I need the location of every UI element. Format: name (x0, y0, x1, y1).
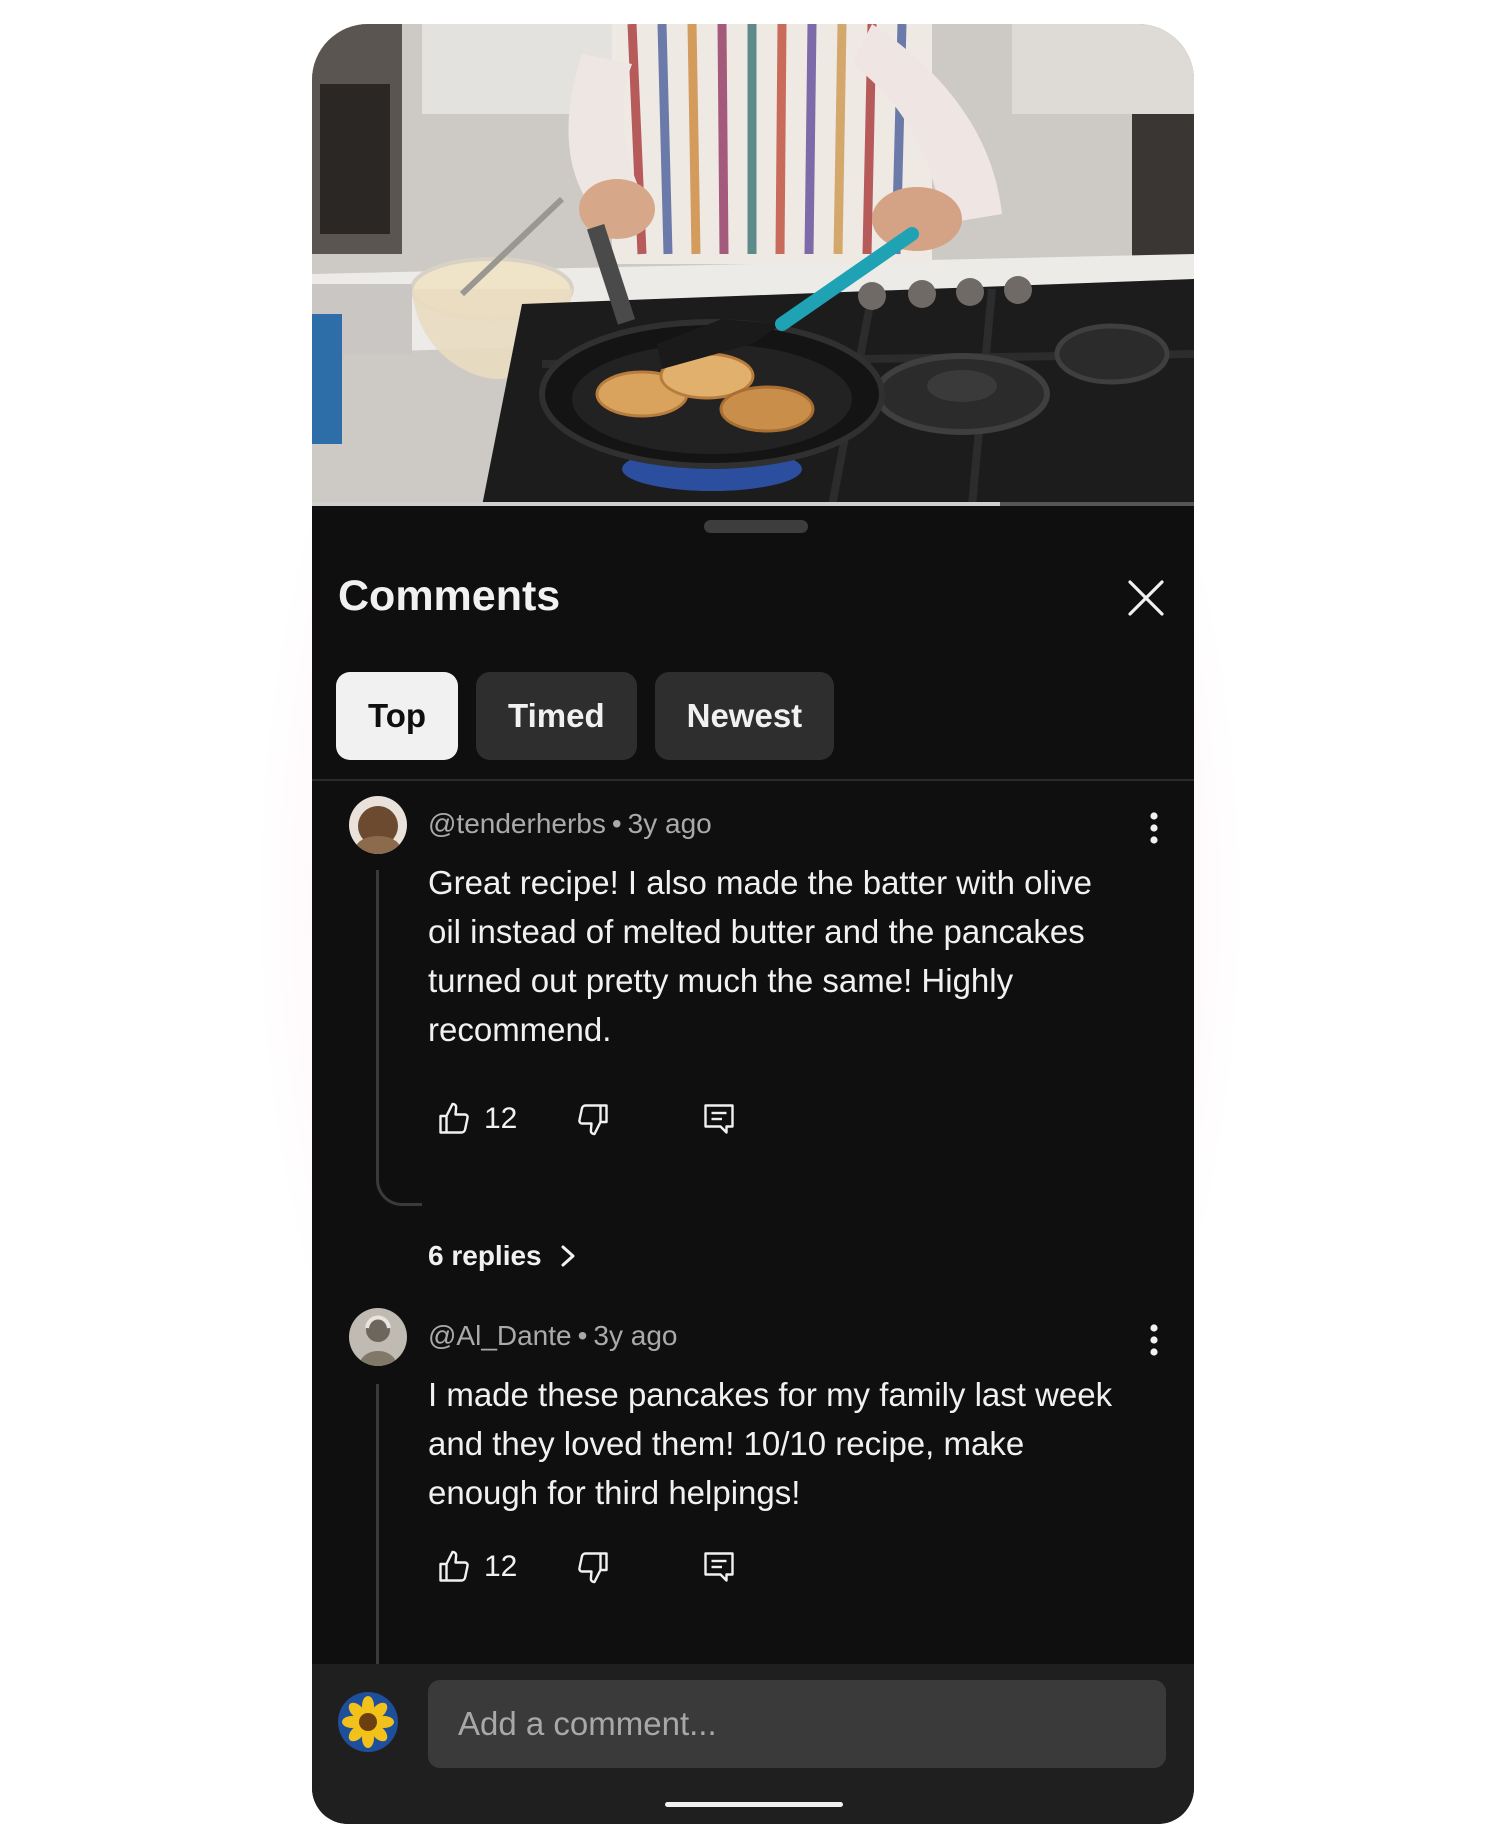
reply-comment-icon (704, 1552, 735, 1582)
avatar[interactable] (349, 796, 407, 854)
thread-line (376, 1384, 379, 1664)
video-progress-bar[interactable] (312, 502, 1194, 506)
video-frame-image (312, 24, 1194, 506)
thread-line (376, 870, 379, 1160)
close-button[interactable] (1118, 570, 1174, 626)
comment-composer (312, 1664, 1194, 1824)
close-icon (1128, 580, 1164, 616)
comment-meta: @Al_Dante • 3y ago (428, 1320, 678, 1351)
dislike-button[interactable] (575, 1549, 611, 1585)
add-comment-input[interactable] (428, 1680, 1166, 1768)
like-button[interactable]: 12 (436, 1101, 517, 1137)
tab-timed[interactable]: Timed (476, 672, 637, 760)
tab-newest[interactable]: Newest (654, 672, 835, 760)
video-player[interactable] (312, 24, 1194, 506)
like-count: 12 (484, 1102, 518, 1135)
comment-options-button[interactable] (1134, 1320, 1174, 1360)
thread-line-curve (376, 1160, 422, 1206)
comment-options-button[interactable] (1134, 808, 1174, 848)
sheet-drag-handle[interactable] (704, 520, 808, 533)
like-button[interactable]: 12 (436, 1549, 517, 1585)
replies-label: 6 replies (428, 1240, 542, 1271)
phone-frame: Comments Top Timed Newest @tenderherbs • 3… (312, 24, 1194, 1824)
sunflower-avatar-image (338, 1692, 398, 1752)
avatar[interactable] (349, 1308, 407, 1366)
dislike-button[interactable] (575, 1101, 611, 1137)
video-progress-fill (312, 502, 1000, 506)
more-vertical-icon (1150, 812, 1158, 844)
comment-age: 3y ago (627, 808, 712, 839)
comment-actions: 12 (428, 1094, 737, 1144)
comment-text: Great recipe! I also made the batter wit… (428, 864, 1092, 1048)
divider (312, 779, 1194, 781)
view-replies-button[interactable]: 6 replies (428, 1240, 580, 1272)
thumbs-down-icon (578, 1104, 609, 1136)
thumbs-up-icon (439, 1102, 469, 1134)
avatar-image (349, 1308, 407, 1366)
chevron-right-icon (561, 1245, 575, 1267)
comment-author[interactable]: @Al_Dante (428, 1320, 572, 1351)
comment-author[interactable]: @tenderherbs (428, 808, 606, 839)
avatar-image (349, 796, 407, 854)
thumbs-down-icon (578, 1552, 609, 1584)
like-count: 12 (484, 1550, 518, 1583)
comment-age: 3y ago (593, 1320, 678, 1351)
reply-button[interactable] (701, 1101, 737, 1137)
comment-actions: 12 (428, 1542, 737, 1592)
my-avatar (338, 1692, 398, 1752)
comment-text: I made these pancakes for my family last… (428, 1376, 1113, 1511)
more-vertical-icon (1150, 1324, 1158, 1356)
reply-button[interactable] (701, 1549, 737, 1585)
comment-meta: @tenderherbs • 3y ago (428, 808, 712, 839)
home-indicator (665, 1802, 843, 1807)
sort-tabs: Top Timed Newest (336, 672, 835, 760)
tab-top[interactable]: Top (336, 672, 459, 760)
thumbs-up-icon (439, 1550, 469, 1582)
comments-title: Comments (338, 572, 561, 620)
reply-comment-icon (704, 1104, 735, 1134)
